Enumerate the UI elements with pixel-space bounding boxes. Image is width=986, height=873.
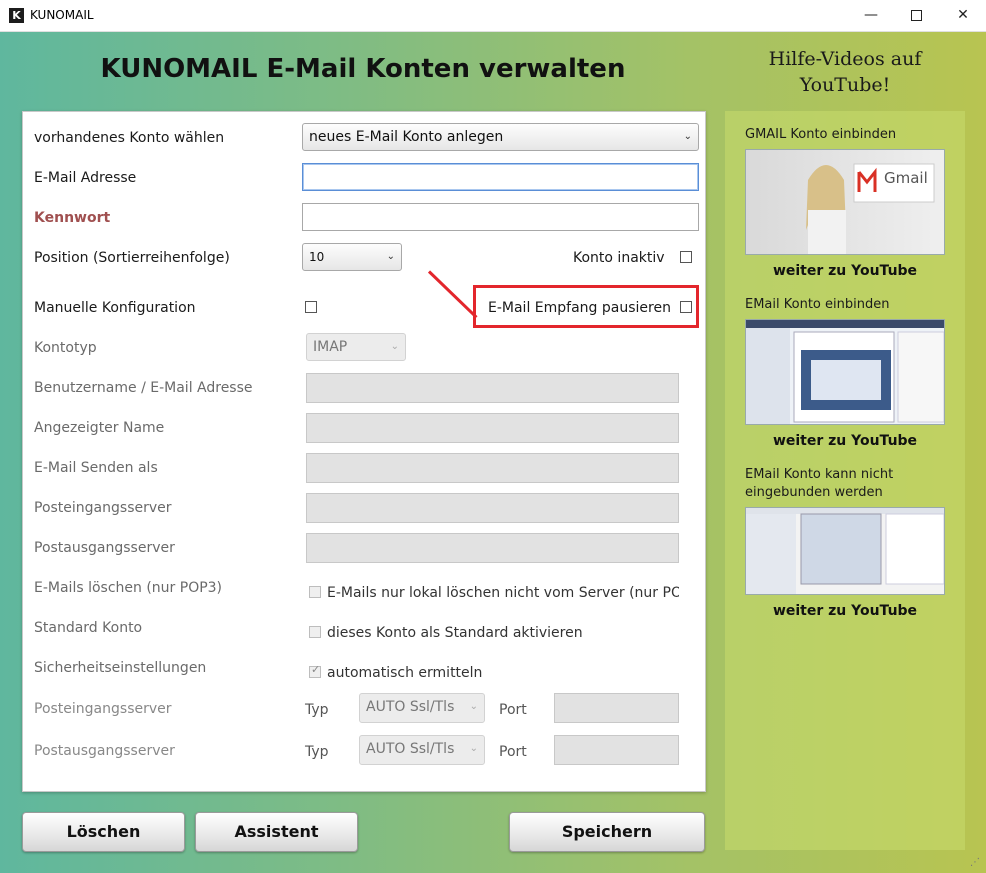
incoming-port-input[interactable]	[554, 693, 679, 723]
inactive-label: Konto inaktiv	[573, 250, 665, 266]
pause-receive-label: E-Mail Empfang pausieren	[488, 300, 671, 316]
resize-grip-icon[interactable]: ⋰	[970, 857, 984, 871]
account-form-panel: vorhandenes Konto wählen neues E-Mail Ko…	[22, 111, 706, 792]
incoming-port-label: Port	[499, 702, 527, 718]
incoming-security-label: Posteingangsserver	[34, 701, 172, 717]
video-label-cannot-connect: EMail Konto kann nicht eingebunden werde…	[745, 467, 894, 500]
delete-mails-checkbox[interactable]	[309, 586, 321, 598]
display-name-input[interactable]	[306, 413, 679, 443]
display-name-label: Angezeigter Name	[34, 420, 165, 436]
username-input[interactable]	[306, 373, 679, 403]
manual-config-checkbox[interactable]	[305, 301, 317, 313]
incoming-server-label: Posteingangsserver	[34, 500, 172, 516]
minimize-button[interactable]: —	[848, 0, 894, 31]
email-label: E-Mail Adresse	[34, 170, 137, 186]
default-account-option: dieses Konto als Standard aktivieren	[327, 625, 583, 641]
help-videos-panel: GMAIL Konto einbinden Gmail weiter zu Yo…	[725, 111, 965, 850]
app-screenshot-thumbnail-icon	[746, 320, 944, 424]
app-screenshot-thumbnail-icon	[746, 508, 944, 594]
page-title: KUNOMAIL E-Mail Konten verwalten	[100, 54, 626, 84]
pause-receive-checkbox[interactable]	[680, 301, 692, 313]
inactive-checkbox[interactable]	[680, 251, 692, 263]
security-label: Sicherheitseinstellungen	[34, 660, 207, 676]
video-thumbnail-email[interactable]	[745, 319, 945, 425]
app-logo-icon: K	[9, 8, 24, 23]
account-select-label: vorhandenes Konto wählen	[34, 130, 225, 146]
account-select-value: neues E-Mail Konto anlegen	[309, 129, 504, 145]
presenter-thumbnail-icon	[806, 163, 935, 254]
outgoing-type-select[interactable]: AUTO Ssl/Tls ⌄	[359, 735, 485, 765]
outgoing-security-label: Postausgangsserver	[34, 743, 175, 759]
password-input[interactable]	[302, 203, 699, 231]
assistant-button[interactable]: Assistent	[195, 812, 358, 852]
account-type-select[interactable]: IMAP ⌄	[306, 333, 406, 361]
delete-mails-label: E-Mails löschen (nur POP3)	[34, 580, 223, 596]
youtube-link-gmail[interactable]: weiter zu YouTube	[725, 263, 965, 279]
chevron-down-icon: ⌄	[469, 743, 478, 754]
window-title: KUNOMAIL	[30, 8, 94, 22]
gmail-thumb-text: Gmail	[884, 169, 928, 187]
delete-button[interactable]: Löschen	[22, 812, 185, 852]
account-select[interactable]: neues E-Mail Konto anlegen ⌄	[302, 123, 699, 151]
account-type-value: IMAP	[313, 339, 348, 355]
position-select[interactable]: 10 ⌄	[302, 243, 402, 271]
security-option: automatisch ermitteln	[327, 665, 483, 681]
outgoing-type-label: Typ	[305, 744, 329, 760]
chevron-down-icon: ⌄	[386, 251, 395, 262]
position-label: Position (Sortierreihenfolge)	[34, 250, 230, 266]
incoming-server-input[interactable]	[306, 493, 679, 523]
incoming-type-value: AUTO Ssl/Tls	[366, 699, 455, 715]
maximize-button[interactable]	[893, 0, 939, 31]
chevron-down-icon: ⌄	[683, 131, 692, 142]
youtube-link-email[interactable]: weiter zu YouTube	[725, 433, 965, 449]
outgoing-server-input[interactable]	[306, 533, 679, 563]
save-button[interactable]: Speichern	[509, 812, 705, 852]
video-thumbnail-gmail[interactable]: Gmail	[745, 149, 945, 255]
outgoing-port-input[interactable]	[554, 735, 679, 765]
send-as-label: E-Mail Senden als	[34, 460, 158, 476]
video-label-email: EMail Konto einbinden	[745, 297, 890, 312]
incoming-type-label: Typ	[305, 702, 329, 718]
outgoing-type-value: AUTO Ssl/Tls	[366, 741, 455, 757]
outgoing-server-label: Postausgangsserver	[34, 540, 175, 556]
video-thumbnail-cannot-connect[interactable]	[745, 507, 945, 595]
default-account-label: Standard Konto	[34, 620, 143, 636]
incoming-type-select[interactable]: AUTO Ssl/Tls ⌄	[359, 693, 485, 723]
outgoing-port-label: Port	[499, 744, 527, 760]
send-as-input[interactable]	[306, 453, 679, 483]
youtube-link-cannot-connect[interactable]: weiter zu YouTube	[725, 603, 965, 619]
window-titlebar: K KUNOMAIL — ✕	[0, 0, 986, 32]
maximize-icon	[910, 9, 922, 21]
email-input[interactable]	[302, 163, 699, 191]
chevron-down-icon: ⌄	[390, 341, 399, 352]
default-account-checkbox[interactable]	[309, 626, 321, 638]
help-title: Hilfe-Videos auf YouTube!	[768, 48, 922, 96]
password-label: Kennwort	[34, 210, 111, 226]
security-checkbox[interactable]: ✓	[309, 663, 321, 678]
annotation-arrow	[427, 270, 478, 319]
delete-mails-option: E-Mails nur lokal löschen nicht vom Serv…	[327, 585, 679, 601]
chevron-down-icon: ⌄	[469, 701, 478, 712]
manual-config-label: Manuelle Konfiguration	[34, 300, 196, 316]
account-type-label: Kontotyp	[34, 340, 97, 356]
close-button[interactable]: ✕	[940, 0, 986, 31]
username-label: Benutzername / E-Mail Adresse	[34, 380, 253, 396]
video-label-gmail: GMAIL Konto einbinden	[745, 127, 897, 142]
position-select-value: 10	[309, 250, 325, 264]
checkmark-icon: ✓	[311, 663, 321, 676]
